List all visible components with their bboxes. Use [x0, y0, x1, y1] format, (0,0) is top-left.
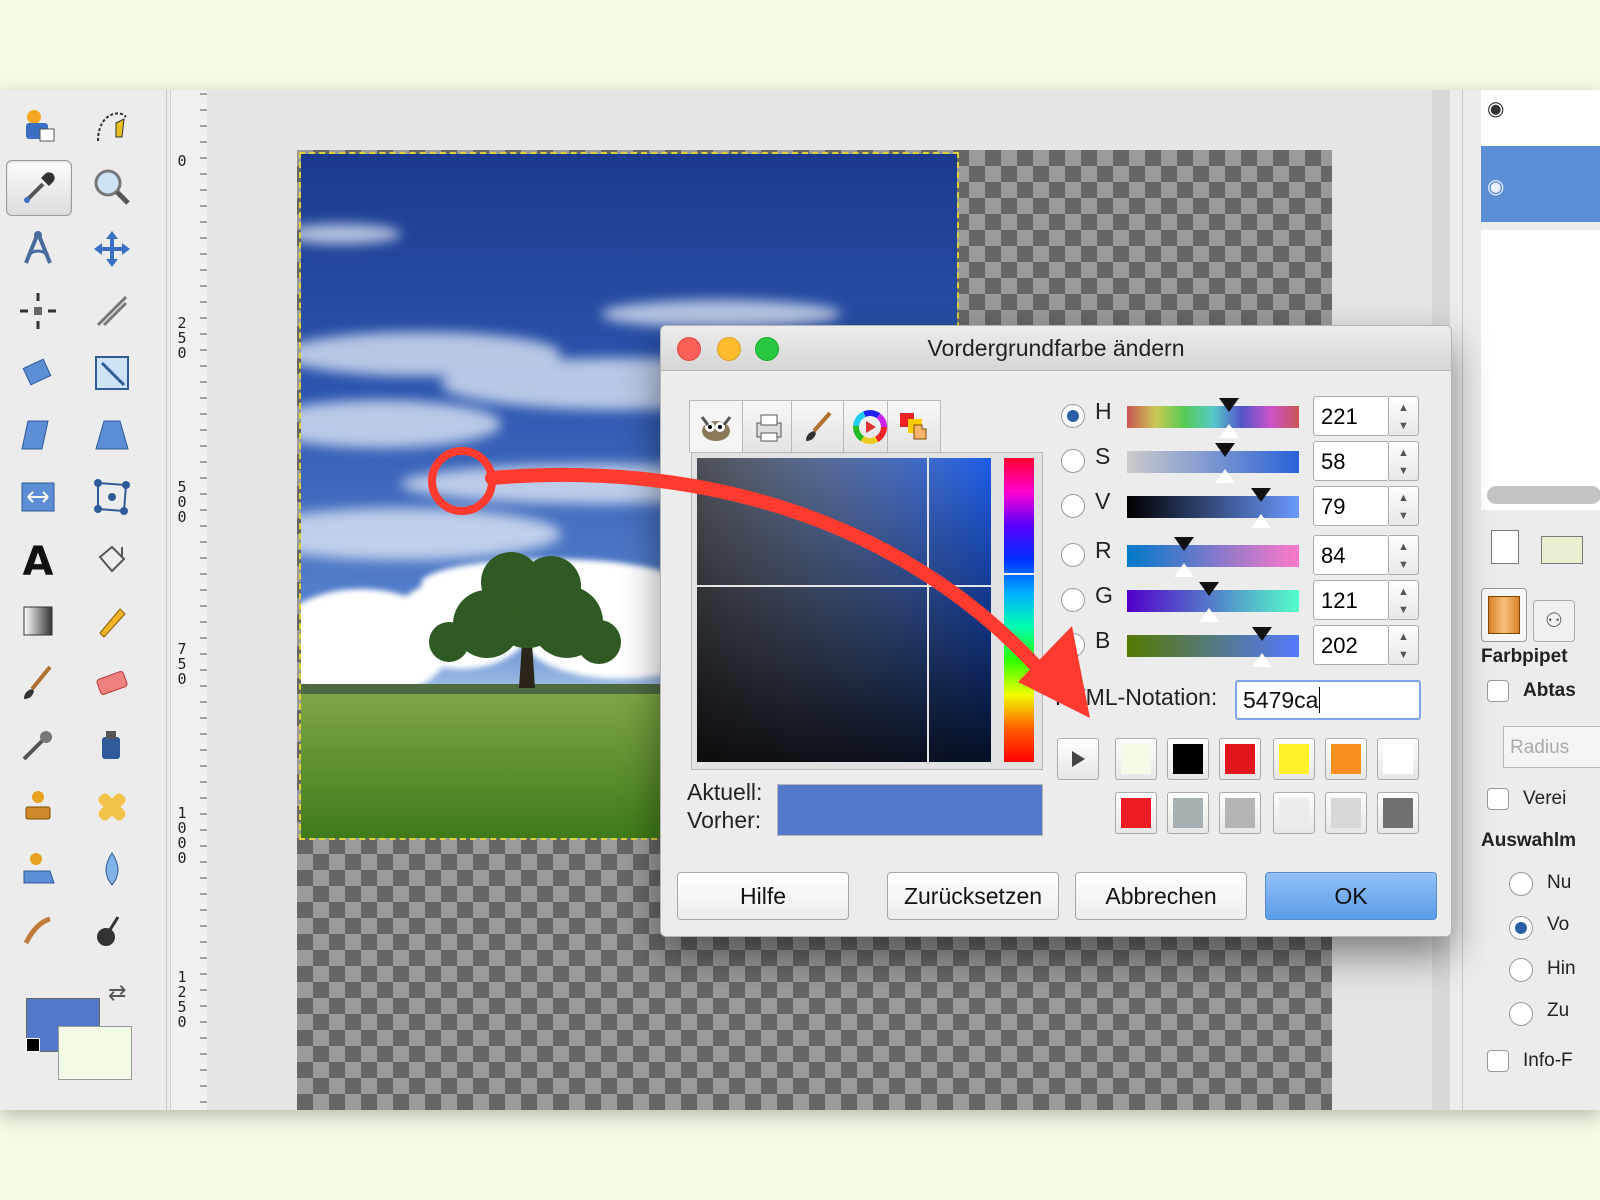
- annotation-circle: [428, 447, 496, 515]
- annotation-arrow-head: [1018, 626, 1090, 718]
- annotation-overlay: [428, 447, 1090, 718]
- annotation-arrow-shaft: [485, 467, 1042, 672]
